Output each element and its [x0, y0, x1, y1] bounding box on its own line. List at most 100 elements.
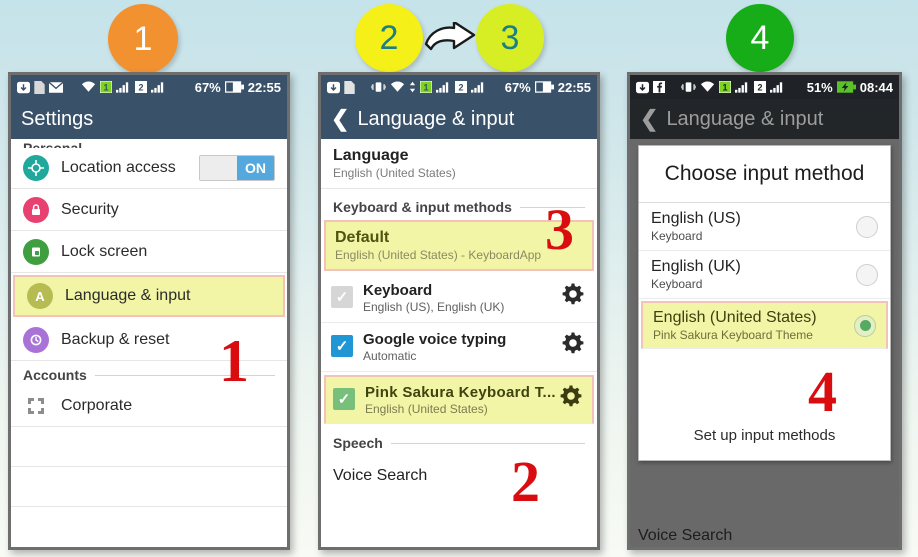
- option-subtitle: Pink Sakura Keyboard Theme: [653, 328, 813, 342]
- list-item-subtitle: Automatic: [363, 349, 417, 363]
- option-title: English (UK): [651, 258, 741, 275]
- svg-text:2: 2: [458, 83, 463, 93]
- toggle-on-label: ON: [237, 155, 274, 180]
- sidebar-item-location-access[interactable]: Location access ON: [11, 147, 287, 189]
- sidebar-item-label: Location access: [61, 158, 176, 176]
- step-badge-3-label: 3: [500, 18, 520, 57]
- facebook-icon: [653, 81, 665, 93]
- list-item-title: Pink Sakura Keyboard T...: [365, 384, 556, 401]
- annotation-number-4: 4: [808, 359, 837, 424]
- battery-percent-label: 67%: [504, 79, 531, 95]
- svg-text:1: 1: [103, 83, 108, 93]
- svg-text:2: 2: [757, 83, 762, 93]
- option-subtitle: Keyboard: [651, 277, 703, 291]
- gear-icon[interactable]: [561, 331, 587, 355]
- option-title: English (United States): [653, 309, 817, 326]
- battery-percent-label: 51%: [806, 79, 833, 95]
- radio-button-unselected[interactable]: [856, 215, 878, 238]
- checkbox-checked-icon[interactable]: ✓: [333, 388, 355, 410]
- clock-label: 22:55: [247, 79, 281, 95]
- annotation-number-3: 3: [545, 197, 574, 262]
- checkbox-checked-icon[interactable]: ✓: [331, 286, 353, 308]
- sidebar-item-label: Language & input: [65, 287, 191, 304]
- step-badge-1: 1: [108, 4, 178, 74]
- signal2-icon: [151, 81, 166, 93]
- app-bar: Settings: [11, 99, 287, 139]
- sim1-icon: 1: [420, 81, 432, 93]
- input-method-option-pink-sakura[interactable]: English (United States) Pink Sakura Keyb…: [641, 301, 888, 349]
- sidebar-item-lock-screen[interactable]: Lock screen: [11, 231, 287, 273]
- annotation-number-1: 1: [219, 328, 249, 394]
- list-item-google-voice-typing[interactable]: ✓ Google voice typing Automatic: [321, 323, 597, 372]
- list-item-voice-search[interactable]: Voice Search: [638, 527, 732, 545]
- toggle-knob: [200, 155, 237, 180]
- list-item-subtitle: English (US), English (UK): [363, 300, 505, 314]
- divider: [390, 442, 585, 444]
- signal1-icon: [116, 81, 131, 93]
- input-method-option-english-uk[interactable]: English (UK) Keyboard: [639, 251, 890, 299]
- radio-dot: [859, 320, 871, 331]
- list-item-language[interactable]: Language English (United States): [321, 139, 597, 189]
- clock-label: 08:44: [859, 79, 893, 95]
- dialog-scrim: Choose input method English (US) Keyboar…: [630, 139, 899, 547]
- sidebar-item-label: Backup & reset: [61, 330, 170, 348]
- signal2-icon: [770, 81, 785, 93]
- input-method-option-english-us[interactable]: English (US) Keyboard: [639, 203, 890, 251]
- empty-row: [11, 467, 287, 507]
- sidebar-item-language-input[interactable]: A Language & input: [13, 275, 285, 317]
- app-bar: ❮ Language & input: [630, 99, 899, 139]
- battery-icon: [224, 81, 244, 93]
- annotation-number-2: 2: [511, 449, 540, 514]
- section-header-speech: Speech: [321, 427, 597, 453]
- phone-screenshot-3: 1 2 51% 08:44 ❮ Language & input Choose …: [627, 72, 902, 550]
- list-item-keyboard[interactable]: ✓ Keyboard English (US), English (UK): [321, 274, 597, 323]
- sidebar-item-security[interactable]: Security: [11, 189, 287, 231]
- list-item-title: Keyboard: [363, 282, 433, 299]
- sidebar-item-label: Corporate: [61, 396, 133, 414]
- sim1-icon: 1: [719, 81, 731, 93]
- app-bar: ❮ Language & input: [321, 99, 597, 139]
- wifi-icon: [81, 81, 96, 93]
- signal1-icon: [735, 81, 750, 93]
- list-item-title: Google voice typing: [363, 331, 507, 348]
- location-toggle[interactable]: ON: [199, 154, 275, 181]
- svg-text:1: 1: [423, 83, 428, 93]
- list-item-pink-sakura-keyboard[interactable]: ✓ Pink Sakura Keyboard T... English (Uni…: [324, 375, 594, 424]
- checkbox-checked-icon[interactable]: ✓: [331, 335, 353, 357]
- page-title: Language & input: [666, 107, 824, 130]
- sim1-icon: 1: [100, 81, 112, 93]
- sim2-icon: 2: [754, 81, 766, 93]
- download-icon: [327, 81, 340, 94]
- battery-percent-label: 67%: [194, 79, 221, 95]
- empty-row: [11, 427, 287, 467]
- gear-icon[interactable]: [561, 282, 587, 306]
- back-chevron-icon[interactable]: ❮: [640, 108, 658, 130]
- backup-icon: [23, 326, 49, 353]
- status-bar: 1 2 67% 22:55: [11, 75, 287, 99]
- choose-input-method-dialog: Choose input method English (US) Keyboar…: [638, 145, 891, 461]
- status-bar: 1 2 51% 08:44: [630, 75, 899, 99]
- list-item-voice-search[interactable]: Voice Search: [321, 453, 597, 485]
- set-up-input-methods-button[interactable]: Set up input methods: [639, 413, 890, 460]
- phone-screenshot-2: 1 2 67% 22:55 ❮ Language & input Languag…: [318, 72, 600, 550]
- list-item-subtitle: English (United States): [365, 402, 488, 416]
- sim2-icon: 2: [455, 81, 467, 93]
- sidebar-item-label: Lock screen: [61, 242, 148, 260]
- section-header-label: Keyboard & input methods: [333, 199, 512, 215]
- option-title: English (US): [651, 210, 741, 227]
- sidebar-item-label: Security: [61, 200, 119, 218]
- radio-button-selected[interactable]: [854, 314, 876, 337]
- download-icon: [636, 81, 649, 94]
- radio-button-unselected[interactable]: [856, 263, 878, 286]
- battery-icon: [534, 81, 554, 93]
- dialog-spacer: [639, 351, 890, 413]
- right-arrow-icon: [424, 20, 476, 56]
- battery-charging-icon: [836, 81, 856, 93]
- gear-icon[interactable]: [559, 384, 585, 408]
- list-item-subtitle: English (United States): [333, 166, 456, 180]
- location-icon: [23, 154, 49, 181]
- step-badge-4-label: 4: [750, 18, 770, 57]
- mail-icon: [49, 81, 63, 93]
- download-icon: [17, 81, 30, 94]
- back-chevron-icon[interactable]: ❮: [331, 108, 349, 130]
